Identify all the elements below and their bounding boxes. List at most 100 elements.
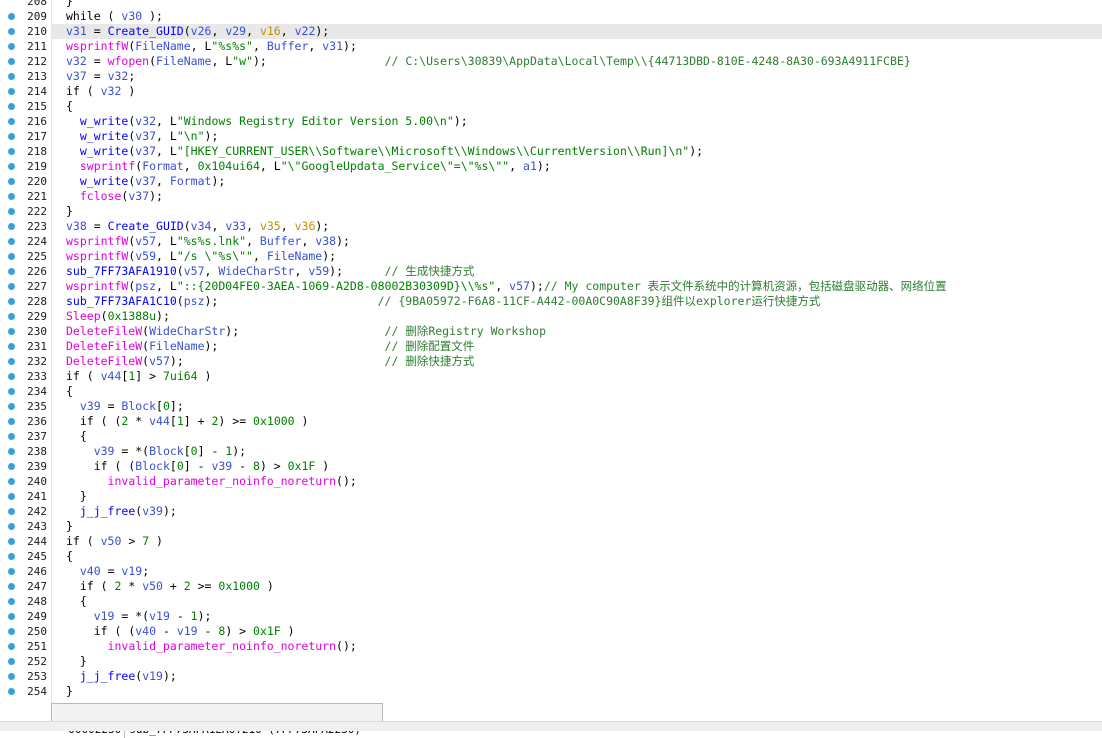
code-line[interactable]: } bbox=[52, 204, 1102, 219]
breakpoint-dot-icon[interactable] bbox=[8, 43, 15, 50]
breakpoint-dot-icon[interactable] bbox=[8, 373, 15, 380]
code-line[interactable]: { bbox=[52, 594, 1102, 609]
code-line[interactable]: v40 = v19; bbox=[52, 564, 1102, 579]
breakpoint-dot-icon[interactable] bbox=[8, 253, 15, 260]
code-line[interactable]: } bbox=[52, 0, 1102, 9]
gutter-row: 245 bbox=[0, 549, 50, 564]
breakpoint-dot-icon[interactable] bbox=[8, 643, 15, 650]
breakpoint-dot-icon[interactable] bbox=[8, 523, 15, 530]
code-line[interactable]: wsprintfW(v59, L"/s \"%s\"", FileName); bbox=[52, 249, 1102, 264]
breakpoint-dot-icon[interactable] bbox=[8, 553, 15, 560]
code-line[interactable]: } bbox=[52, 684, 1102, 699]
code-line[interactable]: if ( v32 ) bbox=[52, 84, 1102, 99]
breakpoint-dot-icon[interactable] bbox=[8, 28, 15, 35]
breakpoint-dot-icon[interactable] bbox=[8, 103, 15, 110]
breakpoint-dot-icon[interactable] bbox=[8, 628, 15, 635]
breakpoint-dot-icon[interactable] bbox=[8, 163, 15, 170]
code-line[interactable]: DeleteFileW(FileName); // 删除配置文件 bbox=[52, 339, 1102, 354]
code-line[interactable]: w_write(v32, L"Windows Registry Editor V… bbox=[52, 114, 1102, 129]
breakpoint-dot-icon[interactable] bbox=[8, 193, 15, 200]
code-line[interactable]: DeleteFileW(WideCharStr); // 删除Registry … bbox=[52, 324, 1102, 339]
breakpoint-dot-icon[interactable] bbox=[8, 418, 15, 425]
code-line[interactable]: DeleteFileW(v57); // 删除快捷方式 bbox=[52, 354, 1102, 369]
code-line[interactable]: sub_7FF73AFA1C10(psz); // {9BA05972-F6A8… bbox=[52, 294, 1102, 309]
code-line[interactable]: j_j_free(v39); bbox=[52, 504, 1102, 519]
breakpoint-dot-icon[interactable] bbox=[8, 313, 15, 320]
breakpoint-dot-icon[interactable] bbox=[8, 688, 15, 695]
breakpoint-dot-icon[interactable] bbox=[8, 238, 15, 245]
breakpoint-dot-icon[interactable] bbox=[8, 328, 15, 335]
code-line[interactable]: v38 = Create_GUID(v34, v33, v35, v36); bbox=[52, 219, 1102, 234]
code-line[interactable]: } bbox=[52, 489, 1102, 504]
breakpoint-dot-icon[interactable] bbox=[8, 658, 15, 665]
breakpoint-dot-icon[interactable] bbox=[8, 118, 15, 125]
pseudocode-view[interactable]: } while ( v30 ); v31 = Create_GUID(v26, v2… bbox=[52, 0, 1102, 703]
breakpoint-dot-icon[interactable] bbox=[8, 463, 15, 470]
breakpoint-dot-icon[interactable] bbox=[8, 73, 15, 80]
code-line[interactable]: sub_7FF73AFA1910(v57, WideCharStr, v59);… bbox=[52, 264, 1102, 279]
breakpoint-dot-icon[interactable] bbox=[8, 673, 15, 680]
code-line[interactable]: Sleep(0x1388u); bbox=[52, 309, 1102, 324]
code-line[interactable]: if ( (Block[0] - v39 - 8) > 0x1F ) bbox=[52, 459, 1102, 474]
code-line[interactable]: } bbox=[52, 654, 1102, 669]
breakpoint-dot-icon[interactable] bbox=[8, 343, 15, 350]
breakpoint-dot-icon[interactable] bbox=[8, 538, 15, 545]
breakpoint-dot-icon[interactable] bbox=[8, 268, 15, 275]
code-line[interactable]: wsprintfW(psz, L"::{20D04FE0-3AEA-1069-A… bbox=[52, 279, 1102, 294]
gutter-row: 230 bbox=[0, 324, 50, 339]
code-line[interactable]: j_j_free(v19); bbox=[52, 669, 1102, 684]
breakpoint-dot-icon[interactable] bbox=[8, 88, 15, 95]
code-line[interactable]: while ( v30 ); bbox=[52, 9, 1102, 24]
breakpoint-dot-icon[interactable] bbox=[8, 298, 15, 305]
code-line[interactable]: { bbox=[52, 429, 1102, 444]
breakpoint-dot-icon[interactable] bbox=[8, 358, 15, 365]
breakpoint-dot-icon[interactable] bbox=[8, 148, 15, 155]
code-line[interactable]: if ( v44[1] > 7ui64 ) bbox=[52, 369, 1102, 384]
breakpoint-dot-icon[interactable] bbox=[8, 613, 15, 620]
code-line[interactable]: v39 = Block[0]; bbox=[52, 399, 1102, 414]
code-line[interactable]: { bbox=[52, 99, 1102, 114]
breakpoint-dot-icon[interactable] bbox=[8, 58, 15, 65]
code-line[interactable]: v37 = v32; bbox=[52, 69, 1102, 84]
breakpoint-dot-icon[interactable] bbox=[8, 283, 15, 290]
code-line[interactable]: if ( (v40 - v19 - 8) > 0x1F ) bbox=[52, 624, 1102, 639]
breakpoint-dot-icon[interactable] bbox=[8, 13, 15, 20]
breakpoint-dot-icon[interactable] bbox=[8, 178, 15, 185]
code-line[interactable]: fclose(v37); bbox=[52, 189, 1102, 204]
code-line[interactable]: } bbox=[52, 519, 1102, 534]
code-line[interactable]: if ( v50 > 7 ) bbox=[52, 534, 1102, 549]
code-line[interactable]: invalid_parameter_noinfo_noreturn(); bbox=[52, 639, 1102, 654]
breakpoint-dot-icon[interactable] bbox=[8, 388, 15, 395]
breakpoint-dot-icon[interactable] bbox=[8, 448, 15, 455]
code-line[interactable]: v19 = *(v19 - 1); bbox=[52, 609, 1102, 624]
code-line[interactable]: w_write(v37, Format); bbox=[52, 174, 1102, 189]
code-line[interactable]: { bbox=[52, 384, 1102, 399]
breakpoint-dot-icon[interactable] bbox=[8, 598, 15, 605]
breakpoint-dot-icon[interactable] bbox=[8, 433, 15, 440]
code-token: , bbox=[495, 279, 510, 293]
code-line[interactable]: w_write(v37, L"\n"); bbox=[52, 129, 1102, 144]
code-line[interactable]: if ( (2 * v44[1] + 2) >= 0x1000 ) bbox=[52, 414, 1102, 429]
breakpoint-dot-icon[interactable] bbox=[8, 133, 15, 140]
line-number: 214 bbox=[27, 85, 47, 98]
code-line[interactable]: v32 = wfopen(FileName, L"w"); // C:\User… bbox=[52, 54, 1102, 69]
code-line[interactable]: w_write(v37, L"[HKEY_CURRENT_USER\\Softw… bbox=[52, 144, 1102, 159]
breakpoint-dot-icon[interactable] bbox=[8, 223, 15, 230]
breakpoint-dot-icon[interactable] bbox=[8, 478, 15, 485]
code-line[interactable]: wsprintfW(FileName, L"%s%s", Buffer, v31… bbox=[52, 39, 1102, 54]
code-line[interactable]: wsprintfW(v57, L"%s%s.lnk", Buffer, v38)… bbox=[52, 234, 1102, 249]
code-line[interactable]: swprintf(Format, 0x104ui64, L"\"GoogleUp… bbox=[52, 159, 1102, 174]
code-line[interactable]: { bbox=[52, 549, 1102, 564]
code-line[interactable]: v31 = Create_GUID(v26, v29, v16, v22); bbox=[52, 24, 1102, 39]
code-line[interactable]: v39 = *(Block[0] - 1); bbox=[52, 444, 1102, 459]
breakpoint-dot-icon[interactable] bbox=[8, 403, 15, 410]
breakpoint-dot-icon[interactable] bbox=[8, 568, 15, 575]
breakpoint-dot-icon[interactable] bbox=[8, 208, 15, 215]
code-token: 0x1388u bbox=[107, 309, 157, 323]
breakpoint-dot-icon[interactable] bbox=[8, 508, 15, 515]
code-line[interactable]: invalid_parameter_noinfo_noreturn(); bbox=[52, 474, 1102, 489]
code-token: w_write bbox=[79, 174, 129, 188]
breakpoint-dot-icon[interactable] bbox=[8, 583, 15, 590]
code-line[interactable]: if ( 2 * v50 + 2 >= 0x1000 ) bbox=[52, 579, 1102, 594]
breakpoint-dot-icon[interactable] bbox=[8, 493, 15, 500]
